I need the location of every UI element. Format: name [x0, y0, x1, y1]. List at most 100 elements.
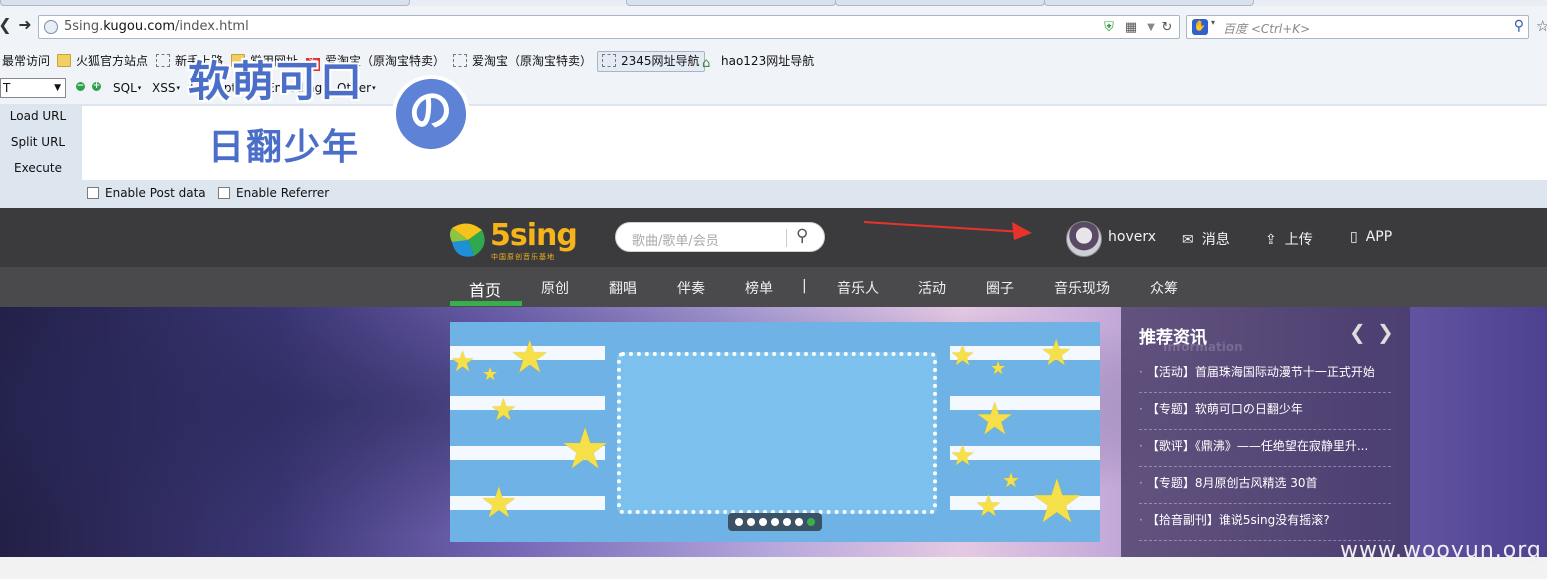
chevron-right-icon[interactable]: ❯ — [1377, 320, 1394, 344]
slide-dot[interactable] — [759, 518, 767, 526]
enable-post-checkbox[interactable]: Enable Post data — [87, 186, 206, 200]
banner-slide[interactable]: ★ ★ ★ ★ ★ ★ ★ ★ ★ ★ ★ ★ ★ ★ — [450, 322, 1100, 542]
nav-home[interactable]: 首页 — [469, 277, 501, 301]
logo-tagline: 中国原创音乐基地 — [491, 253, 555, 261]
news-item[interactable]: · 【专题】8月原创古风精选 30首 — [1139, 467, 1391, 504]
phone-icon: ▯ — [1350, 229, 1358, 245]
slide-dot[interactable] — [747, 518, 755, 526]
news-item[interactable]: · 【拾音副刊】谁说5sing没有摇滚? — [1139, 504, 1391, 541]
site-search-input[interactable]: 歌曲/歌单/会员 ⚲ — [615, 222, 825, 252]
chevron-left-icon[interactable]: ❮ — [1349, 320, 1366, 344]
forward-icon[interactable]: ➜ — [14, 14, 36, 36]
menu-xss[interactable]: XSS▾ — [152, 81, 180, 95]
baidu-icon[interactable]: ✋ — [1192, 19, 1208, 35]
logo-mark-icon — [450, 223, 485, 257]
plus-icon[interactable]: + — [92, 82, 101, 91]
news-panel-title: 推荐资讯 — [1139, 328, 1207, 348]
nav-charts[interactable]: 榜单 — [745, 278, 773, 298]
page-icon — [453, 54, 467, 67]
site-search-placeholder: 歌曲/歌单/会员 — [632, 234, 719, 249]
bookmark-item[interactable]: 火狐官方站点 — [57, 53, 148, 69]
star-icon: ★ — [975, 394, 1015, 445]
star-icon: ★ — [560, 417, 611, 482]
app-link[interactable]: ▯ APP — [1350, 229, 1392, 245]
upload-link[interactable]: ⇪ 上传 — [1265, 229, 1313, 249]
nav-live[interactable]: 音乐现场 — [1054, 278, 1110, 298]
checkbox-box[interactable] — [87, 187, 99, 199]
star-icon: ★ — [1040, 333, 1073, 374]
enable-referrer-checkbox[interactable]: Enable Referrer — [218, 186, 329, 200]
news-item[interactable]: · 【歌评】《鼎沸》——任绝望在寂静里升... — [1139, 430, 1391, 467]
nav-crowdfunding[interactable]: 众筹 — [1150, 278, 1178, 298]
star-icon: ★ — [950, 439, 976, 472]
watermark: www.wooyun.org — [1340, 538, 1542, 563]
nav-accompaniment[interactable]: 伴奏 — [677, 278, 705, 298]
page-icon — [156, 54, 170, 67]
search-bar[interactable]: ✋ ▾ 百度 <Ctrl+K> ⚲ — [1186, 15, 1529, 39]
news-panel: Information 推荐资讯 ❮ ❯ · 【活动】首届珠海国际动漫节十一正式开… — [1121, 307, 1410, 557]
url-bar[interactable]: 5sing.kugou.com/index.html ⛨ ▦ ▼ ↻ — [38, 15, 1180, 39]
bookmark-item[interactable]: ⌂ hao123网址导航 — [702, 53, 814, 71]
minus-icon[interactable]: − — [76, 82, 85, 91]
avatar[interactable] — [1066, 221, 1102, 257]
chevron-down-icon[interactable]: ▾ — [1211, 18, 1215, 27]
banner-subtitle: 日翻少年 — [208, 127, 361, 168]
checkbox-box[interactable] — [218, 187, 230, 199]
dropdown-icon[interactable]: ▼ — [1143, 20, 1159, 36]
site-logo[interactable]: 5sing 中国原创音乐基地 — [448, 216, 578, 261]
slide-dot[interactable] — [771, 518, 779, 526]
bookmark-star-icon[interactable]: ☆ — [1536, 17, 1547, 35]
reload-icon[interactable]: ↻ — [1159, 20, 1175, 36]
star-icon: ★ — [990, 358, 1007, 379]
nav-musicians[interactable]: 音乐人 — [837, 278, 879, 298]
slide-dot[interactable] — [735, 518, 743, 526]
star-icon: ★ — [950, 339, 976, 372]
logo-wordmark: 5sing — [490, 218, 578, 253]
messages-link[interactable]: ✉ 消息 — [1182, 229, 1230, 249]
house-icon: ⌂ — [702, 56, 711, 71]
search-icon[interactable]: ⚲ — [796, 226, 808, 246]
nav-cover[interactable]: 翻唱 — [609, 278, 637, 298]
qr-code-icon[interactable]: ▦ — [1123, 20, 1139, 36]
load-url-button[interactable]: Load URL — [0, 109, 76, 123]
nav-events[interactable]: 活动 — [918, 278, 946, 298]
execute-button[interactable]: Execute — [0, 161, 76, 175]
search-icon[interactable]: ⚲ — [1514, 18, 1524, 34]
stripe — [950, 396, 1100, 410]
mail-icon: ✉ — [1182, 232, 1194, 248]
star-icon: ★ — [490, 393, 517, 428]
star-icon: ★ — [482, 364, 499, 385]
star-icon: ★ — [1030, 467, 1084, 537]
shield-icon[interactable]: ⛨ — [1101, 20, 1117, 36]
hackbar-select[interactable]: T ▼ — [0, 78, 66, 98]
bookmark-item[interactable]: 爱淘宝（原淘宝特卖） — [453, 53, 592, 69]
slide-dot-active[interactable] — [807, 518, 815, 526]
site-nav: 首页 原创 翻唱 伴奏 榜单 | 音乐人 活动 圈子 音乐现场 众筹 — [0, 267, 1547, 307]
slide-dot[interactable] — [783, 518, 791, 526]
star-icon: ★ — [1002, 468, 1020, 492]
divider — [786, 229, 787, 247]
annotation-arrow-icon — [863, 221, 1032, 240]
split-url-button[interactable]: Split URL — [0, 135, 76, 149]
bookmark-item[interactable]: 2345网址导航 — [597, 51, 705, 72]
url-text: 5sing.kugou.com/index.html — [64, 19, 249, 34]
menu-sql[interactable]: SQL▾ — [113, 81, 141, 95]
news-item[interactable]: · 【专题】软萌可口の日翻少年 — [1139, 393, 1391, 430]
nav-circles[interactable]: 圈子 — [986, 278, 1014, 298]
upload-icon: ⇪ — [1265, 232, 1277, 248]
bookmark-item[interactable]: 最常访问 — [2, 53, 50, 69]
chevron-down-icon: ▼ — [54, 83, 61, 93]
page-footer-strip — [0, 557, 1547, 579]
folder-icon — [57, 54, 71, 67]
slide-dot[interactable] — [795, 518, 803, 526]
star-icon: ★ — [510, 332, 550, 383]
nav-separator: | — [802, 278, 807, 294]
site-header: 5sing 中国原创音乐基地 歌曲/歌单/会员 ⚲ hoverx ✉ 消息 ⇪ 上传… — [0, 208, 1547, 267]
star-icon: ★ — [975, 489, 1002, 524]
browser-navbar: ❮ ➜ 5sing.kugou.com/index.html ⛨ ▦ ▼ ↻ ✋… — [0, 6, 1547, 46]
stripe — [450, 396, 605, 410]
nav-original[interactable]: 原创 — [541, 278, 569, 298]
news-item[interactable]: · 【活动】首届珠海国际动漫节十一正式开始 — [1139, 356, 1391, 393]
username-link[interactable]: hoverx — [1108, 229, 1156, 245]
globe-icon — [44, 20, 58, 34]
